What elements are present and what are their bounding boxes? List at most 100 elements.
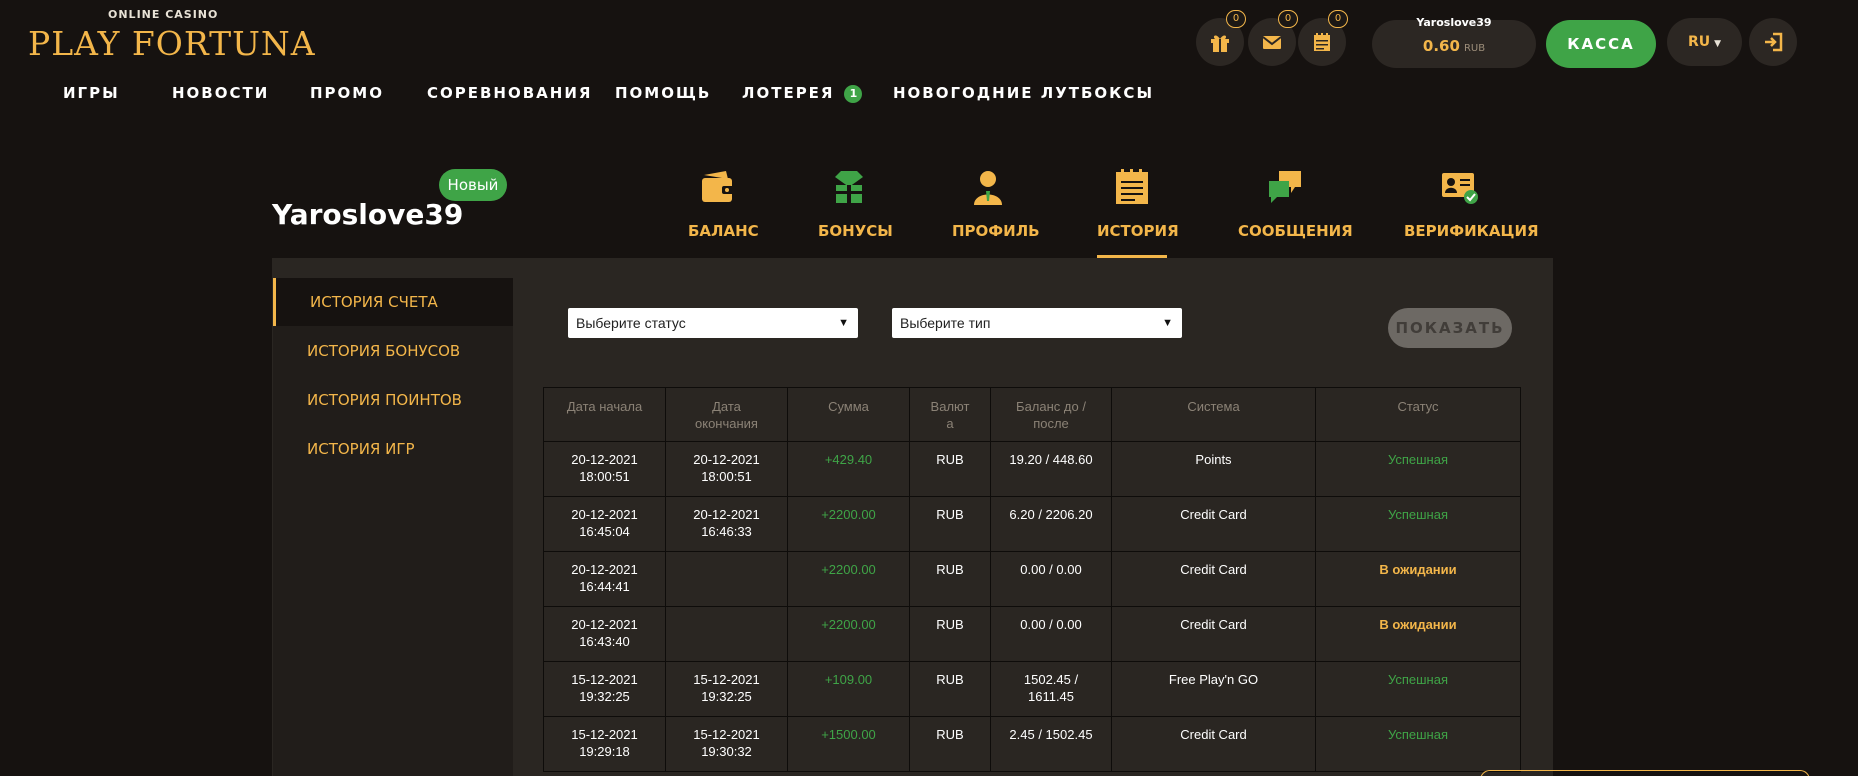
type-select[interactable]: Выберите тип ▼ xyxy=(892,308,1182,338)
cashier-button[interactable]: КАССА xyxy=(1546,20,1656,68)
status-select[interactable]: Выберите статус ▼ xyxy=(568,308,858,338)
chat-icon xyxy=(1269,171,1301,203)
nav-item-lottery[interactable]: ЛОТЕРЕЯ 1 xyxy=(742,84,863,103)
cell-line: 15-12-2021 xyxy=(693,727,760,742)
cell-start-date: 20-12-2021 16:43:40 xyxy=(543,606,666,662)
messages-count: 0 xyxy=(1278,10,1298,28)
cell-status: В ожидании xyxy=(1315,606,1521,662)
cell-currency: RUB xyxy=(909,716,991,772)
cell-end-date: 20-12-2021 16:46:33 xyxy=(665,496,788,552)
nav-item-competitions[interactable]: СОРЕВНОВАНИЯ xyxy=(427,84,592,102)
chevron-down-icon: ▼ xyxy=(838,317,849,329)
messages-button[interactable]: 0 xyxy=(1248,10,1298,66)
language-select[interactable]: RU ▼ xyxy=(1667,18,1742,66)
nav-item-lootboxes[interactable]: НОВОГОДНИЕ ЛУТБОКСЫ xyxy=(893,84,1154,102)
chat-widget-edge[interactable] xyxy=(1480,770,1810,776)
balance-widget[interactable]: Yaroslove39 0.60 RUB xyxy=(1372,16,1536,68)
cell-line: 16:45:04 xyxy=(579,524,630,539)
cell-line: Дата начала xyxy=(566,399,643,414)
logout-button[interactable] xyxy=(1749,18,1797,66)
cell-status: Успешная xyxy=(1315,441,1521,497)
logo-tagline: ONLINE CASINO xyxy=(108,8,219,21)
cell-amount: +429.40 xyxy=(787,441,910,497)
cell-balance: 6.20 / 2206.20 xyxy=(990,496,1112,552)
show-button[interactable]: ПОКАЗАТЬ xyxy=(1388,308,1512,348)
tab-bonuses[interactable]: БОНУСЫ xyxy=(818,162,893,258)
cell-line: 20-12-2021 xyxy=(571,562,638,577)
table-header-row: Дата начала Дата окончания Сумма Валют а Б… xyxy=(543,387,1521,442)
gifts-count: 0 xyxy=(1226,10,1246,28)
mail-icon xyxy=(1262,36,1282,49)
cell-line: 19:30:32 xyxy=(701,744,752,759)
notepad-icon xyxy=(1116,169,1148,204)
cell-line: Баланс до / xyxy=(1016,399,1086,414)
logo-wordmark: PLAY FORTUNA xyxy=(28,24,316,63)
balance-value: 0.60 xyxy=(1422,37,1460,55)
calendar-button[interactable]: 0 xyxy=(1298,10,1348,66)
cell-amount: +109.00 xyxy=(787,661,910,717)
gifts-button[interactable]: 0 xyxy=(1196,10,1246,66)
cell-start-date: 20-12-2021 16:45:04 xyxy=(543,496,666,552)
sidebar-item-points-history[interactable]: ИСТОРИЯ ПОИНТОВ xyxy=(273,376,513,424)
cell-balance: 2.45 / 1502.45 xyxy=(990,716,1112,772)
cell-end-date xyxy=(665,551,788,607)
sidebar-item-account-history[interactable]: ИСТОРИЯ СЧЕТА xyxy=(273,278,513,326)
cell-line: 20-12-2021 xyxy=(571,507,638,522)
cell-currency: RUB xyxy=(909,606,991,662)
cell-line: 16:43:40 xyxy=(579,634,630,649)
cell-currency: RUB xyxy=(909,551,991,607)
tab-history-label: ИСТОРИЯ xyxy=(1097,222,1179,240)
table-row: 15-12-2021 19:32:25 15-12-2021 19:32:25 +109… xyxy=(543,661,1521,717)
nav-item-help[interactable]: ПОМОЩЬ xyxy=(615,84,711,102)
cell-line: 15-12-2021 xyxy=(571,672,638,687)
cell-system: Credit Card xyxy=(1111,716,1316,772)
balance-amount: 0.60 RUB xyxy=(1372,37,1536,55)
sidebar-item-bonus-history[interactable]: ИСТОРИЯ БОНУСОВ xyxy=(273,327,513,375)
calendar-count: 0 xyxy=(1328,10,1348,28)
cell-system: Free Play'n GO xyxy=(1111,661,1316,717)
nav-item-news[interactable]: НОВОСТИ xyxy=(172,84,269,102)
tab-history[interactable]: ИСТОРИЯ xyxy=(1097,162,1179,258)
cell-system: Credit Card xyxy=(1111,606,1316,662)
cell-line: 19.20 / 448.60 xyxy=(1009,452,1093,467)
cell-balance: 0.00 / 0.00 xyxy=(990,551,1112,607)
tab-verification[interactable]: ВЕРИФИКАЦИЯ xyxy=(1404,162,1539,258)
cell-end-date: 20-12-2021 18:00:51 xyxy=(665,441,788,497)
cell-amount: +2200.00 xyxy=(787,606,910,662)
tab-messages-label: СООБЩЕНИЯ xyxy=(1238,222,1353,240)
cell-line: Система xyxy=(1187,399,1240,414)
cell-currency: RUB xyxy=(909,496,991,552)
site-logo[interactable]: ONLINE CASINO PLAY FORTUNA xyxy=(28,6,315,63)
user-icon xyxy=(974,171,1002,205)
cell-balance: 0.00 / 0.00 xyxy=(990,606,1112,662)
table-row: 15-12-2021 19:29:18 15-12-2021 19:30:32 +150… xyxy=(543,716,1521,772)
status-select-value: Выберите статус xyxy=(576,315,686,331)
cell-line: 20-12-2021 xyxy=(571,452,638,467)
cell-line: 20-12-2021 xyxy=(693,507,760,522)
cell-line: окончания xyxy=(695,416,758,431)
header-amount: Сумма xyxy=(787,387,910,442)
header-system: Система xyxy=(1111,387,1316,442)
nav-item-games[interactable]: ИГРЫ xyxy=(63,84,120,102)
balance-username: Yaroslove39 xyxy=(1416,16,1492,29)
cell-amount: +1500.00 xyxy=(787,716,910,772)
header-end-date: Дата окончания xyxy=(665,387,788,442)
cell-line: Статус xyxy=(1397,399,1439,414)
cell-start-date: 20-12-2021 18:00:51 xyxy=(543,441,666,497)
sidebar-item-games-history[interactable]: ИСТОРИЯ ИГР xyxy=(273,425,513,473)
header-start-date: Дата начала xyxy=(543,387,666,442)
cell-system: Credit Card xyxy=(1111,551,1316,607)
tab-bonuses-label: БОНУСЫ xyxy=(818,222,893,240)
cell-line: 1611.45 xyxy=(1027,689,1075,704)
tab-messages[interactable]: СООБЩЕНИЯ xyxy=(1238,162,1353,258)
gift-icon xyxy=(1211,35,1229,52)
balance-currency: RUB xyxy=(1463,43,1486,54)
nav-item-promo[interactable]: ПРОМО xyxy=(310,84,384,102)
cell-line: после xyxy=(1033,416,1069,431)
gift-box-icon xyxy=(835,171,863,203)
cell-line: Сумма xyxy=(828,399,869,414)
tab-balance[interactable]: БАЛАНС xyxy=(688,162,759,258)
cell-line: 2.45 / 1502.45 xyxy=(1009,727,1093,742)
cell-currency: RUB xyxy=(909,441,991,497)
tab-profile[interactable]: ПРОФИЛЬ xyxy=(952,162,1040,258)
